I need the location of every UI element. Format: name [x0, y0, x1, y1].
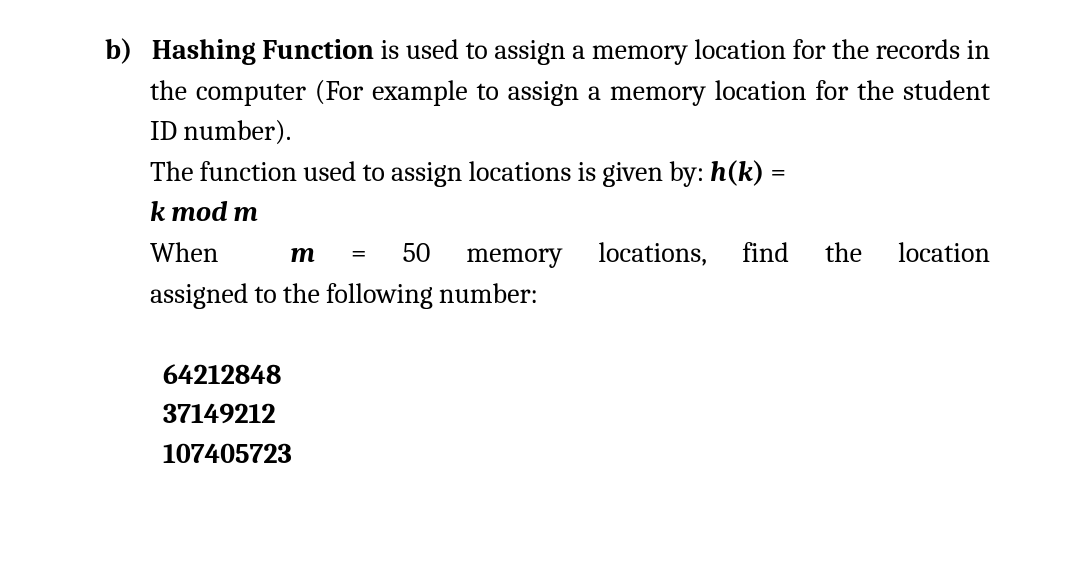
- number-3: 107405723: [163, 435, 990, 474]
- func-k: k: [738, 156, 753, 188]
- number-2: 37149212: [163, 395, 990, 434]
- when-w6: location: [898, 237, 990, 269]
- expr-m: m: [233, 196, 257, 228]
- number-1: 64212848: [163, 356, 990, 395]
- func-h: h: [710, 156, 726, 188]
- when-w5: the: [825, 237, 862, 269]
- function-pretext: The function used to assign locations is…: [150, 156, 710, 188]
- when-word: When: [150, 237, 218, 269]
- when-w2: memory: [466, 237, 562, 269]
- when-line2-text: assigned to the following number:: [150, 278, 538, 310]
- when-m: m: [291, 237, 315, 269]
- function-definition: The function used to assign locations is…: [105, 152, 990, 193]
- expr-mod: mod: [165, 196, 233, 228]
- expr-k: k: [150, 196, 165, 228]
- func-equals: =: [764, 156, 786, 188]
- func-open: (: [726, 156, 737, 188]
- problem-label: b): [105, 34, 132, 66]
- when-w3: locations,: [598, 237, 706, 269]
- when-eq: = 50: [315, 237, 430, 269]
- when-line-2: assigned to the following number:: [105, 274, 990, 315]
- function-expression: k mod m: [105, 192, 990, 233]
- func-close: ): [753, 156, 764, 188]
- problem-intro: b) Hashing Function is used to assign a …: [105, 30, 990, 152]
- hashing-function-term: Hashing Function: [152, 34, 374, 66]
- when-w4: find: [742, 237, 789, 269]
- numbers-list: 64212848 37149212 107405723: [105, 356, 990, 474]
- when-line-1: When m = 50 memory locations, find the l…: [105, 233, 990, 274]
- problem-container: b) Hashing Function is used to assign a …: [105, 30, 990, 474]
